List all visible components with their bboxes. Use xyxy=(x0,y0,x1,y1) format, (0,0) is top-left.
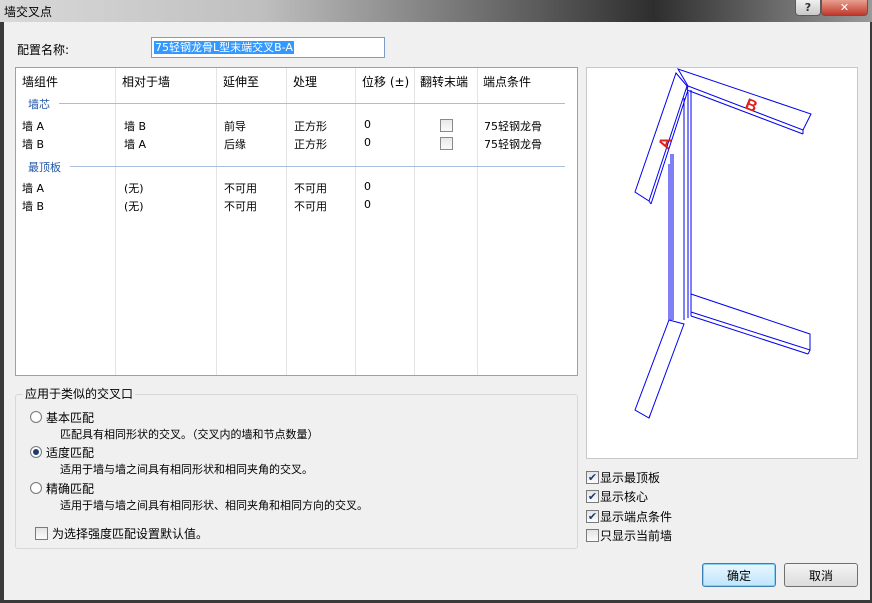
row-offset[interactable]: 0 xyxy=(364,136,371,149)
show-endcap-checkbox[interactable]: ✔ xyxy=(586,510,599,523)
window-title: 墙交叉点 xyxy=(4,5,53,19)
component-grid[interactable]: 墙组件 相对于墙 延伸至 处理 位移 (±) 翻转末端 端点条件 墙芯 墙 A … xyxy=(15,67,578,376)
row-component[interactable]: 墙 B xyxy=(22,198,44,214)
row-extend[interactable]: 前导 xyxy=(224,118,246,134)
config-name-label: 配置名称: xyxy=(17,43,70,57)
wall-diagram: B A xyxy=(634,68,812,419)
exact-match-desc: 适用于墙与墙之间具有相同形状、相同夹角和相同方向的交叉。 xyxy=(60,499,368,512)
show-endcap-label[interactable]: 显示端点条件 xyxy=(600,508,672,525)
basic-match-label[interactable]: 基本匹配 xyxy=(46,409,94,426)
moderate-match-label[interactable]: 适度匹配 xyxy=(46,444,94,461)
row-endcap[interactable]: 75轻钢龙骨 xyxy=(484,136,542,152)
exact-match-radio[interactable] xyxy=(30,482,42,494)
wall-intersection-dialog: 配置名称: 75轻钢龙骨L型末端交叉B-A 墙组件 相对于墙 延伸至 处理 位移… xyxy=(4,22,870,600)
show-core-label[interactable]: 显示核心 xyxy=(600,488,648,505)
show-top-plate-label[interactable]: 显示最顶板 xyxy=(600,469,660,486)
section-core: 墙芯 xyxy=(28,98,50,111)
header-endcap[interactable]: 端点条件 xyxy=(483,73,531,90)
apply-group-title: 应用于类似的交叉口 xyxy=(23,385,136,402)
show-current-only-checkbox[interactable] xyxy=(586,529,599,542)
moderate-match-radio[interactable] xyxy=(30,446,42,458)
default-strength-checkbox[interactable] xyxy=(35,527,48,540)
header-flip[interactable]: 翻转末端 xyxy=(420,73,468,90)
basic-match-desc: 匹配具有相同形状的交叉。（交叉内的墙和节点数量） xyxy=(60,428,319,441)
row-extend[interactable]: 不可用 xyxy=(224,180,257,196)
row-offset[interactable]: 0 xyxy=(364,118,371,131)
section-top-plate: 最顶板 xyxy=(28,161,61,174)
help-button[interactable]: ? xyxy=(795,0,821,16)
basic-match-radio[interactable] xyxy=(30,411,42,423)
moderate-match-desc: 适用于墙与墙之间具有相同形状和相同夹角的交叉。 xyxy=(60,463,313,476)
close-button[interactable]: ✕ xyxy=(821,0,868,16)
flip-checkbox[interactable] xyxy=(440,137,453,150)
row-extend[interactable]: 后缘 xyxy=(224,136,246,152)
row-treatment[interactable]: 正方形 xyxy=(294,118,327,134)
show-core-checkbox[interactable]: ✔ xyxy=(586,490,599,503)
row-relative[interactable]: (无) xyxy=(124,198,144,214)
row-relative[interactable]: 墙 B xyxy=(124,118,146,134)
row-relative[interactable]: (无) xyxy=(124,180,144,196)
wall-b-label: B xyxy=(743,96,760,116)
row-offset[interactable]: 0 xyxy=(364,180,371,193)
header-offset[interactable]: 位移 (±) xyxy=(362,73,409,90)
row-treatment[interactable]: 不可用 xyxy=(294,198,327,214)
row-treatment[interactable]: 正方形 xyxy=(294,136,327,152)
config-name-input[interactable]: 75轻钢龙骨L型末端交叉B-A xyxy=(151,37,385,58)
header-relative[interactable]: 相对于墙 xyxy=(122,73,170,90)
cancel-button[interactable]: 取消 xyxy=(784,563,858,587)
header-component[interactable]: 墙组件 xyxy=(22,73,58,90)
config-name-value: 75轻钢龙骨L型末端交叉B-A xyxy=(154,41,294,54)
show-top-plate-checkbox[interactable]: ✔ xyxy=(586,471,599,484)
title-bar: 墙交叉点 ? ✕ xyxy=(0,0,872,22)
intersection-preview[interactable]: B A xyxy=(586,67,858,459)
flip-checkbox[interactable] xyxy=(440,119,453,132)
row-component[interactable]: 墙 A xyxy=(22,180,44,196)
row-component[interactable]: 墙 B xyxy=(22,136,44,152)
row-treatment[interactable]: 不可用 xyxy=(294,180,327,196)
row-component[interactable]: 墙 A xyxy=(22,118,44,134)
default-strength-label[interactable]: 为选择强度匹配设置默认值。 xyxy=(52,525,208,542)
header-extend[interactable]: 延伸至 xyxy=(223,73,259,90)
row-offset[interactable]: 0 xyxy=(364,198,371,211)
show-current-only-label[interactable]: 只显示当前墙 xyxy=(600,527,672,544)
header-treatment[interactable]: 处理 xyxy=(293,73,317,90)
row-relative[interactable]: 墙 A xyxy=(124,136,146,152)
ok-button[interactable]: 确定 xyxy=(702,563,776,587)
exact-match-label[interactable]: 精确匹配 xyxy=(46,480,94,497)
row-extend[interactable]: 不可用 xyxy=(224,198,257,214)
row-endcap[interactable]: 75轻钢龙骨 xyxy=(484,118,542,134)
